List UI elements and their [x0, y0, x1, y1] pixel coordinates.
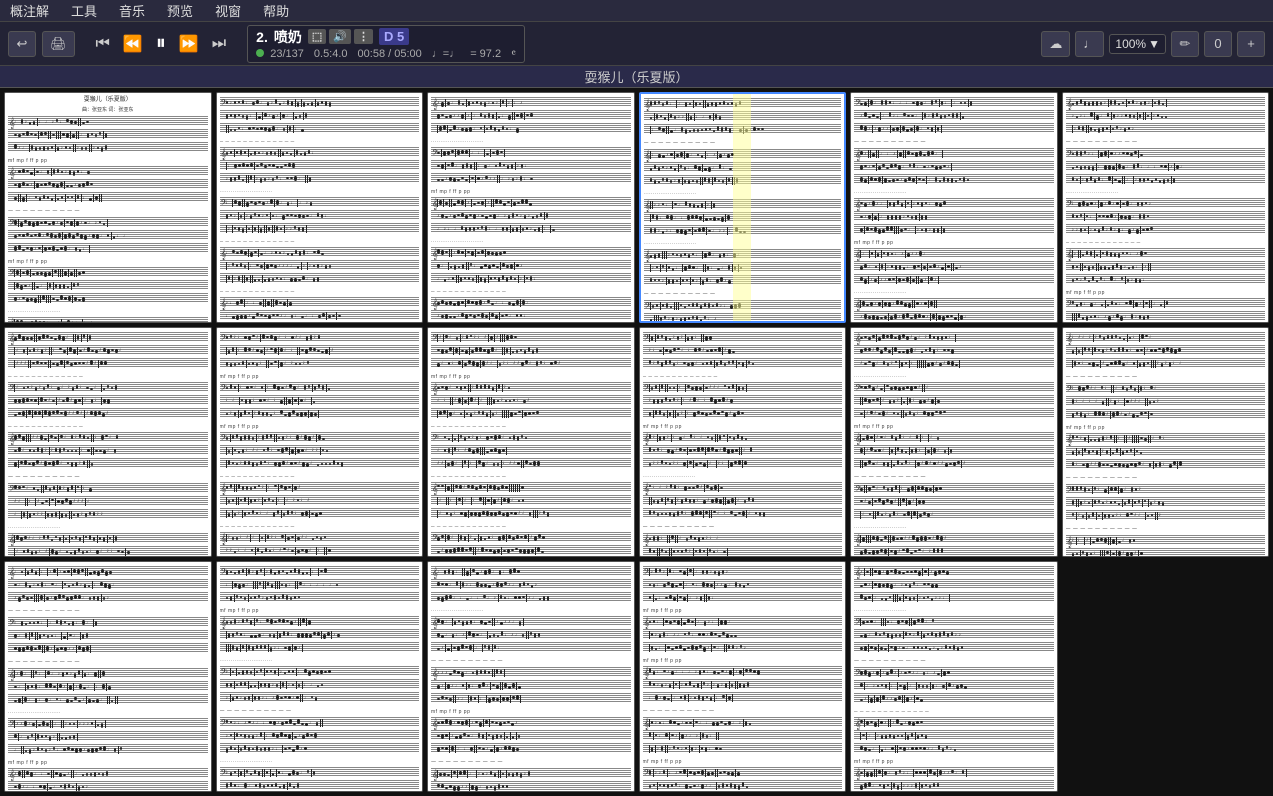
- score-page-1[interactable]: 耍猴儿（乐夏版）曲：张亚东 词：张亚东♩♪♩♩♪♩♩♪♩♪♪♪𝄞mf mp f …: [4, 92, 212, 323]
- score-page-16[interactable]: ♪♪♩♩♪♪♩♩♩♪♪♩♩♩♪♩𝄢mf mp f ff p pp♩♩♪♩♩♪♩♪…: [639, 561, 847, 792]
- rewind-to-start-button[interactable]: ⏮: [91, 33, 115, 55]
- menu-item-preview[interactable]: 预览: [163, 1, 197, 20]
- score-page-5[interactable]: ♩♩♩♩♩♩♩♪♩♪♩♩♪♪♪♪♪♩𝄢一 一 一 一 一 一 一 一 一 一♪♩…: [850, 92, 1058, 323]
- tempo-indicator: 0.5:4.0: [314, 48, 348, 60]
- score-page-14[interactable]: ♪♪♩♩♩♩♩♩♩♩♩♪𝄢mf mp f ff p pp♪♩♪♩♩♩♪♪♩♪𝄞∙…: [216, 561, 424, 792]
- note-symbols: ♩=♩: [432, 48, 460, 60]
- score-page-8[interactable]: ♪♩♪♩♩♪♩♪♩♪♪♩♩♪♩♩♪♪𝄢mf mp f ff p pp♩♩♩♪♩♩…: [216, 327, 424, 558]
- count-badge[interactable]: 0: [1204, 31, 1232, 57]
- menu-item-window[interactable]: 视窗: [211, 1, 245, 20]
- track-icon-1: ⬚: [308, 29, 326, 44]
- track-info-box: 2. 喷奶 ⬚ 🔊 ⋮ D 5 23/137 0.5:4.0 00:58 / 0…: [247, 25, 525, 63]
- fast-forward-to-end-button[interactable]: ⏭: [207, 33, 231, 55]
- print-button[interactable]: 🖨: [42, 31, 75, 57]
- score-grid: 耍猴儿（乐夏版）曲：张亚东 词：张亚东♩♪♩♩♪♩♩♪♩♪♪♪𝄞mf mp f …: [0, 88, 1273, 796]
- zoom-control[interactable]: 100% ▼: [1109, 34, 1166, 54]
- score-page-12[interactable]: ♩♪♩♪♪♩♩♪♩♪♩♪♩♪♪♩♩𝄞一 一 一 一 一 一 一 一 一 一♩♪♩…: [1062, 327, 1270, 558]
- playback-time: 00:58 / 05:00: [358, 48, 422, 60]
- bpm: = 97.2: [470, 48, 501, 60]
- zoom-chevron: ▼: [1148, 37, 1160, 51]
- measure-number: 23/137: [256, 48, 304, 60]
- menu-item-music[interactable]: 音乐: [115, 1, 149, 20]
- note-button[interactable]: ♩: [1075, 31, 1104, 57]
- transport-controls: ⏮ ⏪ ⏸ ⏩ ⏭: [91, 30, 232, 57]
- rewind-button[interactable]: ⏪: [118, 32, 148, 56]
- menu-item-tools[interactable]: 工具: [67, 1, 101, 20]
- score-page-9[interactable]: ♪♩♪♪♩♪♪♩♩♩♪♩♪♩♪♪♩♩♪𝄢mf mp f ff p pp♩♪♪♩♩…: [427, 327, 635, 558]
- score-page-15[interactable]: ♩♩♪♩♩♩♪♩♪♪♩♪♩♩♩♩♩♪♩♪♩𝄞∙∙∙∙∙∙∙∙∙∙∙∙∙∙∙∙∙∙…: [427, 561, 635, 792]
- time-sig: 𝄴: [511, 48, 516, 61]
- zoom-level: 100%: [1115, 37, 1146, 51]
- play-pause-button[interactable]: ⏸: [151, 30, 171, 57]
- menubar: 概注解 工具 音乐 预览 视窗 帮助: [0, 0, 1273, 22]
- toolbar: ↩ 🖨 ⏮ ⏪ ⏸ ⏩ ⏭ 2. 喷奶 ⬚ 🔊 ⋮ D 5 23/137 0.5…: [0, 22, 1273, 66]
- score-page-11[interactable]: ♪♩♪♩♪♩♩♪♩♪♩♪♪𝄞∙∙∙∙∙∙∙∙∙∙∙∙∙∙∙∙∙∙∙∙∙∙∙∙∙∙…: [850, 327, 1058, 558]
- score-page-2[interactable]: ♪♩♩♪♪♩♪♪♩♩♩♩𝄢─ ─ ─ ─ ─ ─ ─ ─ ─ ─ ─ ─ ─♪♩…: [216, 92, 424, 323]
- menu-item-annotate[interactable]: 概注解: [6, 1, 53, 20]
- score-page-13[interactable]: ♩♩♪♪♩♪♩♩♪♩♩♪♪♩♪𝄞一 一 一 一 一 一 一 一 一 一♩♩♩♩♩…: [4, 561, 212, 792]
- d-badge: D 5: [379, 28, 409, 45]
- score-page-6[interactable]: ♪♪♪♪♪♩♩♪♪♪♪♪♪𝄞一 一 一 一 一 一 一 一 一 一♪♩♪♪♩♩♩…: [1062, 92, 1270, 323]
- cloud-button[interactable]: ☁: [1041, 31, 1070, 57]
- pencil-button[interactable]: ✏: [1171, 31, 1199, 57]
- section-title: 耍猴儿（乐夏版）: [0, 66, 1273, 88]
- score-page-7[interactable]: ♩♩♪♪♩♪♪♩♪♪♪♪♪𝄞─ ─ ─ ─ ─ ─ ─ ─ ─ ─ ─ ─ ─♩…: [4, 327, 212, 558]
- menu-item-help[interactable]: 帮助: [259, 1, 293, 20]
- track-icon-2: 🔊: [329, 29, 351, 44]
- undo-button[interactable]: ↩: [8, 31, 36, 57]
- track-number: 2.: [256, 29, 268, 45]
- score-page-3[interactable]: ♪♩♪♪♪♩♪♪♪♪♩♩♪♩♩𝄞∙∙∙∙∙∙∙∙∙∙∙∙∙∙∙∙∙∙∙∙∙∙∙∙…: [427, 92, 635, 323]
- fast-forward-button[interactable]: ⏩: [174, 32, 204, 56]
- score-page-10[interactable]: ♪♪♩♪♩♩♩♪♪♪♩♩𝄢─ ─ ─ ─ ─ ─ ─ ─ ─ ─ ─ ─ ─♩♪…: [639, 327, 847, 558]
- right-toolbar: ☁ ♩ 100% ▼ ✏ 0 +: [1041, 31, 1265, 57]
- score-page-4[interactable]: ♩♩♪♪♩♩♩♩♩♪𝄞一 一 一 一 一 一 一 一 一 一♩♪♩♩♪♪♪♩♩♩…: [639, 92, 847, 323]
- score-page-17[interactable]: ♪♪♪♪♩♪♩♩♪♪♪♩𝄞∙∙∙∙∙∙∙∙∙∙∙∙∙∙∙∙∙∙∙∙∙∙∙∙∙∙∙…: [850, 561, 1058, 792]
- track-icon-3: ⋮: [354, 29, 373, 44]
- track-name: 喷奶: [274, 27, 302, 47]
- add-button[interactable]: +: [1237, 31, 1265, 57]
- track-icons: ⬚ 🔊 ⋮: [308, 29, 373, 44]
